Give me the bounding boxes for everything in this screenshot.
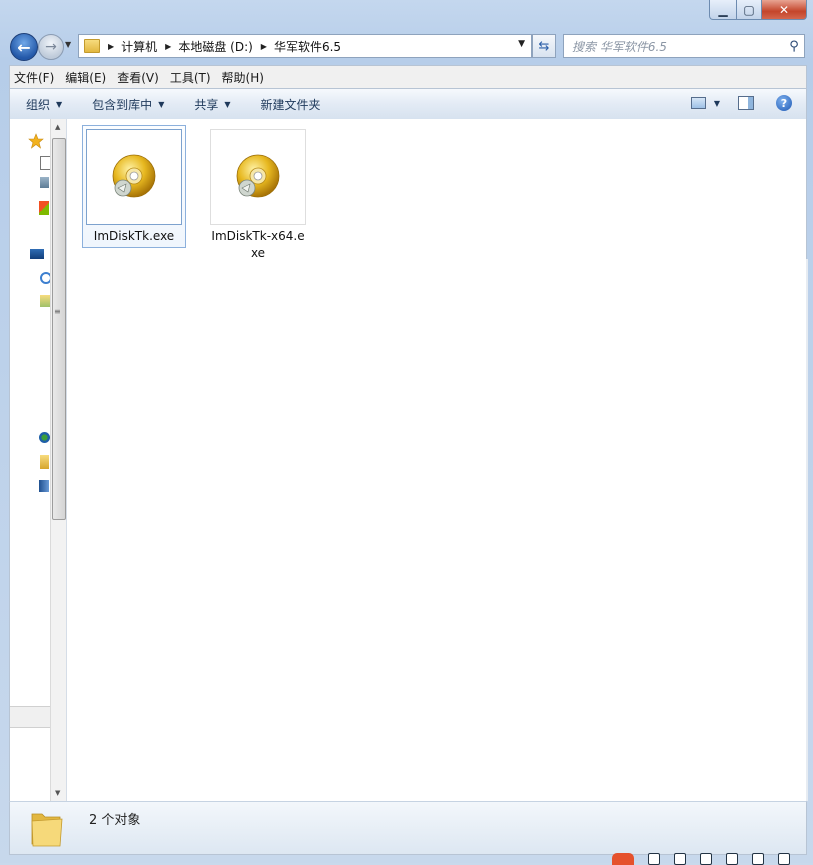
include-in-library-button[interactable]: 包含到库中 ▼ (92, 96, 164, 113)
menu-edit[interactable]: 编辑(E) (61, 69, 110, 86)
breadcrumb-label[interactable]: 华军软件6.5 (274, 38, 341, 55)
preview-pane-icon[interactable] (738, 96, 754, 110)
computer-icon[interactable] (39, 480, 49, 492)
file-name[interactable]: ImDiskTk.exe (83, 228, 185, 247)
navigation-pane: ▲ ≡ ▼ (10, 119, 67, 801)
window-controls: ▁ ▢ ✕ (709, 0, 807, 20)
details-pane: 2 个对象 (9, 801, 807, 855)
folder-icon (84, 39, 100, 53)
sogou-ime-icon[interactable] (612, 853, 634, 865)
downloads-icon[interactable] (40, 177, 49, 188)
menu-help[interactable]: 帮助(H) (218, 69, 268, 86)
pictures-icon[interactable] (40, 295, 50, 307)
refresh-button[interactable]: ⇆ (532, 34, 556, 58)
chevron-down-icon: ▼ (158, 99, 165, 109)
file-list: ImDiskTk.exe ImDiskTk-x64.exe (67, 119, 808, 801)
chevron-down-icon: ▼ (224, 99, 231, 109)
share-button[interactable]: 共享 ▼ (194, 96, 230, 113)
address-bar[interactable]: ▶ 计算机 ▶ 本地磁盘 (D:) ▶ 华军软件6.5 ▼ (78, 34, 532, 58)
menu-view[interactable]: 查看(V) (113, 69, 163, 86)
ime-punctuation-icon[interactable] (674, 853, 686, 865)
navigation-bar: ← → ▼ ▶ 计算机 ▶ 本地磁盘 (D:) ▶ 华军软件6.5 ▼ ⇆ 搜索… (0, 31, 813, 61)
include-library-label: 包含到库中 (92, 97, 153, 112)
menu-tools[interactable]: 工具(T) (166, 69, 215, 86)
recent-places-icon[interactable] (39, 201, 49, 215)
ime-mode-icon[interactable] (648, 853, 660, 865)
minimize-button[interactable]: ▁ (709, 0, 737, 20)
view-options-dropdown-icon[interactable]: ▼ (714, 99, 720, 108)
explorer-body: ▲ ≡ ▼ ImDiskTk.exe ImDiskTk-x64.exe (9, 119, 808, 801)
folder-icon[interactable] (40, 455, 49, 469)
arrow-left-icon: ← (17, 37, 31, 57)
search-box[interactable]: 搜索 华军软件6.5 ⚲ (563, 34, 805, 58)
close-button[interactable]: ✕ (762, 0, 807, 20)
chevron-right-icon[interactable]: ▶ (108, 42, 114, 51)
content-right-edge (806, 259, 808, 801)
toolbar-right-group: ▼ ? (690, 95, 792, 111)
breadcrumb-label[interactable]: 本地磁盘 (D:) (178, 38, 252, 55)
chevron-right-icon[interactable]: ▶ (261, 42, 267, 51)
new-folder-label: 新建文件夹 (260, 97, 321, 112)
libraries-icon[interactable] (30, 249, 44, 259)
breadcrumb-label[interactable]: 计算机 (121, 38, 157, 55)
file-thumbnail[interactable] (210, 129, 306, 225)
share-label: 共享 (194, 97, 219, 112)
item-count: 2 个对象 (89, 813, 141, 828)
organize-button[interactable]: 组织 ▼ (26, 96, 62, 113)
arrow-right-icon: → (45, 39, 57, 55)
file-name[interactable]: ImDiskTk-x64.exe (207, 228, 309, 264)
ime-tools-icon[interactable] (778, 853, 790, 865)
nav-pane-scrollbar[interactable]: ▲ ≡ ▼ (50, 119, 66, 801)
new-folder-button[interactable]: 新建文件夹 (261, 96, 321, 113)
chevron-right-icon[interactable]: ▶ (165, 42, 171, 51)
address-dropdown-icon[interactable]: ▼ (518, 39, 525, 49)
help-icon[interactable]: ? (776, 95, 792, 111)
ime-skin-icon[interactable] (752, 853, 764, 865)
cd-installer-icon (236, 154, 280, 198)
file-item-imdisktk-x64[interactable]: ImDiskTk-x64.exe (207, 126, 309, 264)
scroll-up-icon[interactable]: ▲ (55, 123, 60, 131)
forward-button[interactable]: → (38, 34, 64, 60)
scroll-down-icon[interactable]: ▼ (55, 789, 60, 797)
command-bar: 组织 ▼ 包含到库中 ▼ 共享 ▼ 新建文件夹 ▼ ? (9, 88, 807, 120)
change-view-icon[interactable] (690, 97, 706, 109)
scroll-grip-icon: ≡ (54, 307, 61, 316)
file-item-imdisktk[interactable]: ImDiskTk.exe (82, 125, 186, 248)
breadcrumb-drive-d[interactable]: ▶ 本地磁盘 (D:) (157, 38, 253, 55)
ime-keyboard-icon[interactable] (726, 853, 738, 865)
refresh-icon: ⇆ (538, 38, 550, 54)
maximize-button[interactable]: ▢ (737, 0, 762, 20)
ime-voice-icon[interactable] (700, 853, 712, 865)
favorites-star-icon[interactable] (28, 133, 44, 149)
organize-label: 组织 (26, 97, 51, 112)
menu-file[interactable]: 文件(F) (10, 69, 58, 86)
chevron-down-icon: ▼ (56, 99, 63, 109)
search-icon[interactable]: ⚲ (784, 39, 804, 54)
breadcrumb-current-folder[interactable]: ▶ 华军软件6.5 (253, 38, 341, 55)
back-button[interactable]: ← (10, 33, 38, 61)
search-input[interactable]: 搜索 华军软件6.5 (572, 38, 784, 55)
nav-pane-scroll-region (10, 706, 50, 728)
recent-pages-dropdown[interactable]: ▼ (65, 40, 71, 49)
cd-installer-icon (112, 154, 156, 198)
breadcrumb-computer[interactable]: ▶ 计算机 (100, 38, 157, 55)
folder-icon (31, 813, 63, 847)
ime-toolbar-strip (612, 853, 813, 865)
file-thumbnail[interactable] (86, 129, 182, 225)
explorer-window: ▁ ▢ ✕ ← → ▼ ▶ 计算机 ▶ 本地磁盘 (D:) ▶ 华军软件6.5 … (0, 0, 813, 865)
scrollbar-thumb[interactable] (52, 138, 66, 520)
menu-bar: 文件(F) 编辑(E) 查看(V) 工具(T) 帮助(H) (9, 65, 807, 88)
network-icon[interactable] (39, 432, 50, 443)
